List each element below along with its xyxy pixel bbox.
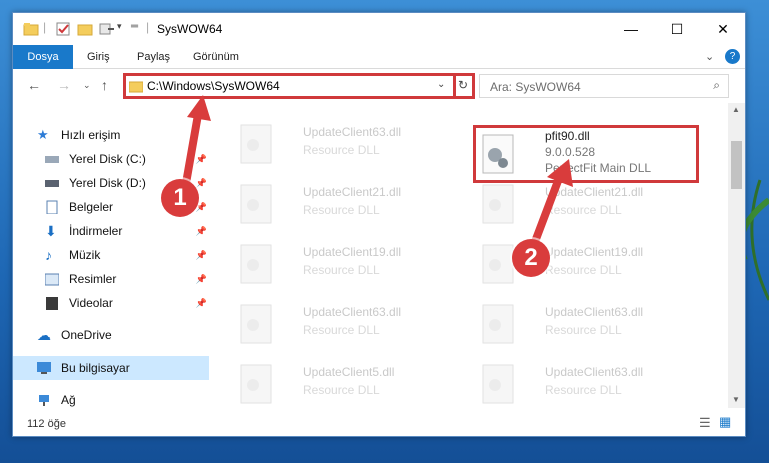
step-2-badge: 2 xyxy=(512,239,550,277)
explorer-window: | ▾ ═ | SysWOW64 — ☐ ✕ Dosya Giriş Payla… xyxy=(12,12,746,437)
step-1-badge: 1 xyxy=(161,179,199,217)
annotation-arrows xyxy=(181,95,573,251)
